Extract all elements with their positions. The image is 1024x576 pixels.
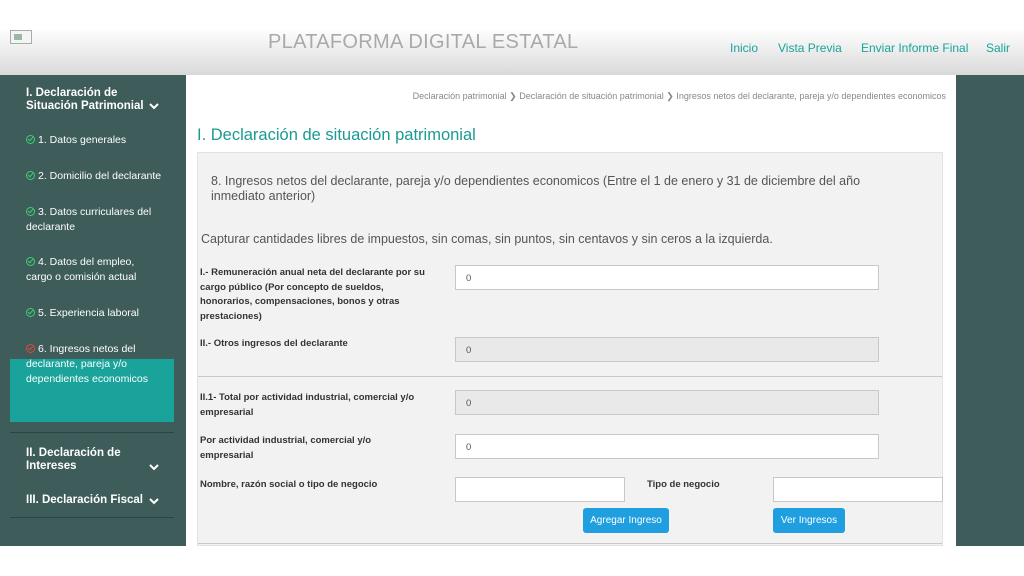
check-circle-icon bbox=[26, 257, 35, 266]
section-divider bbox=[198, 543, 942, 544]
chevron-down-icon[interactable] bbox=[149, 497, 159, 505]
actividad-label: Por actividad industrial, comercial y/o … bbox=[200, 435, 372, 461]
form-hint: Capturar cantidades libres de impuestos,… bbox=[201, 232, 773, 246]
section-divider bbox=[198, 376, 942, 377]
breadcrumb: Declaración patrimonial ❯ Declaración de… bbox=[412, 91, 946, 101]
main-content: Declaración patrimonial ❯ Declaración de… bbox=[186, 75, 956, 546]
otros-ingresos-input: 0 bbox=[455, 337, 879, 362]
sidebar-item-datos-curriculares[interactable]: 3. Datos curriculares del declarante bbox=[26, 205, 176, 235]
check-circle-icon bbox=[26, 135, 35, 144]
logo-image-icon bbox=[10, 30, 32, 44]
sidebar-section-intereses[interactable]: II. Declaración de Intereses bbox=[26, 447, 146, 473]
app-title: PLATAFORMA DIGITAL ESTATAL bbox=[268, 31, 579, 53]
total-actividad-input: 0 bbox=[455, 390, 879, 415]
nombre-negocio-label: Nombre, razón social o tipo de negocio bbox=[200, 479, 378, 490]
right-margin-band bbox=[956, 75, 1024, 546]
incomplete-circle-icon bbox=[26, 344, 35, 353]
nav-inicio[interactable]: Inicio bbox=[730, 41, 758, 55]
otros-ingresos-label: II.- Otros ingresos del declarante bbox=[200, 338, 348, 349]
remuneracion-input[interactable]: 0 bbox=[455, 265, 879, 290]
chevron-down-icon[interactable] bbox=[149, 463, 159, 471]
sidebar-item-experiencia[interactable]: 5. Experiencia laboral bbox=[26, 306, 176, 321]
sidebar-section-patrimonial[interactable]: I. Declaración de Situación Patrimonial bbox=[26, 87, 146, 113]
sidebar-divider bbox=[10, 432, 174, 433]
remuneracion-label: I.- Remuneración anual neta del declaran… bbox=[200, 267, 425, 322]
nav-salir[interactable]: Salir bbox=[986, 41, 1010, 55]
chevron-down-icon[interactable] bbox=[149, 102, 159, 110]
sidebar-item-datos-empleo[interactable]: 4. Datos del empleo, cargo o comisión ac… bbox=[26, 255, 151, 285]
form-panel: 8. Ingresos netos del declarante, pareja… bbox=[197, 152, 943, 546]
agregar-ingreso-button[interactable]: Agregar Ingreso bbox=[583, 508, 669, 533]
actividad-input[interactable]: 0 bbox=[455, 434, 879, 459]
tipo-negocio-input[interactable] bbox=[773, 477, 943, 502]
check-circle-icon bbox=[26, 171, 35, 180]
ver-ingresos-button[interactable]: Ver Ingresos bbox=[773, 508, 845, 533]
sidebar: I. Declaración de Situación Patrimonial … bbox=[0, 75, 186, 546]
page-title: I. Declaración de situación patrimonial bbox=[197, 126, 476, 144]
check-circle-icon bbox=[26, 308, 35, 317]
sidebar-item-ingresos[interactable]: 6. Ingresos netos del declarante, pareja… bbox=[26, 342, 151, 387]
sidebar-divider bbox=[10, 517, 174, 518]
nav-enviar-informe[interactable]: Enviar Informe Final bbox=[861, 41, 968, 55]
sidebar-item-domicilio[interactable]: 2. Domicilio del declarante bbox=[26, 169, 176, 184]
total-actividad-label: II.1- Total por actividad industrial, co… bbox=[200, 392, 415, 418]
sidebar-section-fiscal[interactable]: III. Declaración Fiscal bbox=[26, 494, 146, 507]
check-circle-icon bbox=[26, 207, 35, 216]
nombre-negocio-input[interactable] bbox=[455, 477, 625, 502]
section-title: 8. Ingresos netos del declarante, pareja… bbox=[211, 174, 861, 203]
nav-vista-previa[interactable]: Vista Previa bbox=[778, 41, 842, 55]
top-bar: PLATAFORMA DIGITAL ESTATAL Inicio Vista … bbox=[0, 28, 1024, 75]
app-frame: PLATAFORMA DIGITAL ESTATAL Inicio Vista … bbox=[0, 28, 1024, 546]
sidebar-item-datos-generales[interactable]: 1. Datos generales bbox=[26, 133, 176, 148]
tipo-negocio-label: Tipo de negocio bbox=[647, 479, 720, 490]
